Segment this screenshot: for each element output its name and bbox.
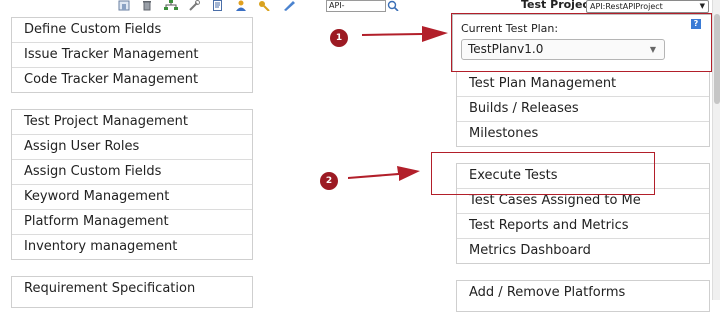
menu-item-milestones[interactable]: Milestones [457, 122, 709, 146]
menu-item-define-custom-fields[interactable]: Define Custom Fields [12, 18, 252, 43]
menu-item-test-plan-management[interactable]: Test Plan Management [457, 72, 709, 97]
top-toolbar: API- Test Project API:RestAPIProject ▼ [0, 0, 720, 13]
menu-item-requirement-specification[interactable]: Requirement Specification [12, 277, 252, 301]
highlight-frame-execute-tests [431, 152, 655, 195]
chevron-down-icon: ▼ [699, 2, 705, 10]
menu-item-metrics-dashboard[interactable]: Metrics Dashboard [457, 239, 709, 263]
sitemap-icon[interactable] [164, 0, 178, 11]
scrollbar-thumb[interactable] [714, 14, 720, 104]
annotation-badge-1: 1 [330, 29, 348, 47]
test-project-select[interactable]: API:RestAPIProject ▼ [586, 0, 709, 13]
menu-item-test-reports-and-metrics[interactable]: Test Reports and Metrics [457, 214, 709, 239]
test-project-value: API:RestAPIProject [590, 2, 663, 11]
search-icon[interactable] [387, 0, 399, 11]
left-menu-group-1: Define Custom Fields Issue Tracker Manag… [11, 17, 253, 93]
highlight-frame-test-plan [451, 13, 712, 72]
menu-item-keyword-management[interactable]: Keyword Management [12, 185, 252, 210]
annotation-arrow-1 [362, 26, 448, 42]
menu-item-test-project-management[interactable]: Test Project Management [12, 110, 252, 135]
right-menu-group-1: Test Plan Management Builds / Releases M… [456, 71, 710, 147]
menu-item-assign-custom-fields[interactable]: Assign Custom Fields [12, 160, 252, 185]
menu-item-assign-user-roles[interactable]: Assign User Roles [12, 135, 252, 160]
annotation-badge-2: 2 [320, 172, 338, 190]
tools-icon[interactable] [188, 0, 200, 11]
search-input[interactable]: API- [326, 0, 386, 12]
pen-icon[interactable] [282, 0, 296, 11]
right-menu-group-3: Add / Remove Platforms [456, 280, 710, 312]
left-menu-group-2: Test Project Management Assign User Role… [11, 109, 253, 260]
annotation-arrow-2 [348, 166, 420, 181]
left-menu-group-3: Requirement Specification [11, 276, 253, 308]
document-icon[interactable] [212, 0, 223, 11]
home-icon[interactable] [118, 0, 130, 11]
menu-item-inventory-management[interactable]: Inventory management [12, 235, 252, 259]
key-icon[interactable] [258, 0, 270, 11]
user-icon[interactable] [235, 0, 247, 11]
menu-item-platform-management[interactable]: Platform Management [12, 210, 252, 235]
menu-item-code-tracker-management[interactable]: Code Tracker Management [12, 68, 252, 92]
menu-item-issue-tracker-management[interactable]: Issue Tracker Management [12, 43, 252, 68]
menu-item-add-remove-platforms[interactable]: Add / Remove Platforms [457, 281, 709, 305]
vertical-scrollbar[interactable] [712, 0, 720, 300]
menu-item-builds-releases[interactable]: Builds / Releases [457, 97, 709, 122]
test-project-label: Test Project [521, 0, 595, 11]
trash-icon[interactable] [141, 0, 153, 11]
